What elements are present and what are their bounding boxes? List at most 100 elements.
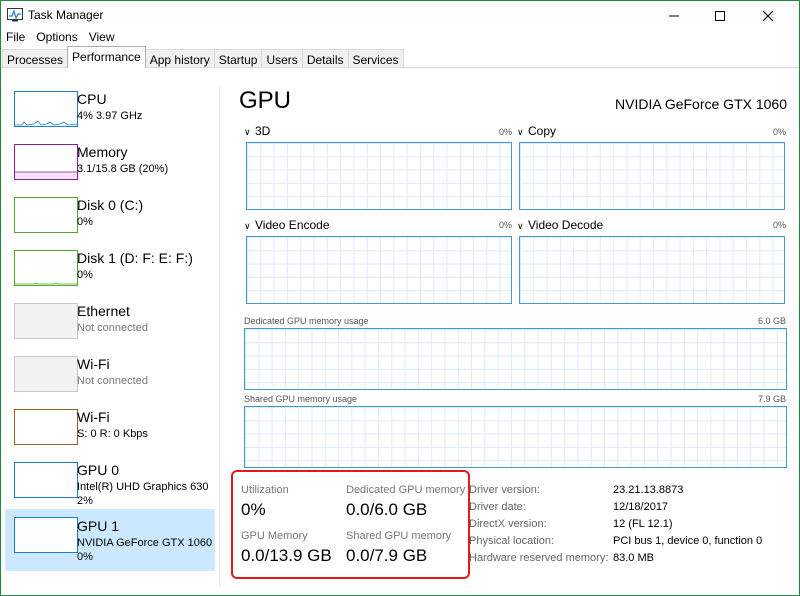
driver-version-value: 23.21.13.8873: [613, 484, 684, 496]
gpu0-thumbnail-graph: [14, 462, 78, 498]
tab-details[interactable]: Details: [301, 49, 349, 68]
dedicated-memory-max: 6.0 GB: [757, 316, 786, 326]
sidebar-item-value: Intel(R) UHD Graphics 630: [77, 481, 209, 493]
sidebar-item-label: Memory: [77, 144, 128, 160]
sidebar-item-label: GPU 1: [77, 518, 120, 534]
engine-percent: 0%: [772, 127, 786, 137]
engine-label: Video Encode: [255, 218, 330, 232]
sidebar-item-value: 0%: [77, 269, 93, 281]
sidebar-item-label: Disk 0 (C:): [77, 197, 144, 213]
sidebar-item-label: CPU: [77, 91, 107, 107]
sidebar-item-value: NVIDIA GeForce GTX 1060: [77, 537, 213, 549]
shared-memory-max: 7.9 GB: [757, 394, 786, 404]
engine-graph-video-decode: [519, 236, 785, 304]
engine-selector-video-encode[interactable]: ∨ Video Encode: [244, 218, 330, 232]
dedicated-memory-stat-value: 0.0/6.0 GB: [346, 500, 428, 519]
sidebar-item-usage: 2%: [77, 495, 93, 507]
sidebar-item-label: Ethernet: [77, 303, 130, 319]
ethernet-thumbnail-graph: [14, 303, 78, 339]
engine-graph-3d: [246, 142, 512, 210]
menu-bar: File Options View: [1, 28, 121, 46]
minimize-button[interactable]: [651, 1, 697, 31]
window-title: Task Manager: [28, 8, 104, 22]
resource-sidebar: CPU 4% 3.97 GHz Memory 3.1/15.8 GB (20%)…: [1, 79, 219, 595]
sidebar-item-wifi-2[interactable]: Wi-Fi S: 0 R: 0 Kbps: [5, 403, 215, 457]
physical-location-label: Physical location:: [469, 535, 554, 547]
shared-memory-stat-value: 0.0/7.9 GB: [346, 546, 428, 565]
menu-view[interactable]: View: [84, 28, 121, 46]
engine-percent: 0%: [772, 220, 786, 230]
maximize-button[interactable]: [697, 1, 743, 31]
sidebar-item-cpu[interactable]: CPU 4% 3.97 GHz: [5, 85, 215, 139]
sidebar-item-label: Wi-Fi: [77, 409, 110, 425]
sidebar-item-value: 0%: [77, 216, 93, 228]
dedicated-memory-stat-label: Dedicated GPU memory: [346, 484, 466, 496]
disk0-thumbnail-graph: [14, 197, 78, 233]
sidebar-item-value: S: 0 R: 0 Kbps: [77, 428, 148, 440]
reserved-memory-value: 83.0 MB: [613, 552, 654, 564]
engine-selector-video-decode[interactable]: ∨ Video Decode: [517, 218, 603, 232]
tab-performance[interactable]: Performance: [67, 46, 146, 68]
gpu-model-name: NVIDIA GeForce GTX 1060: [615, 96, 787, 112]
gpu-memory-label: GPU Memory: [241, 530, 308, 542]
sidebar-item-gpu0[interactable]: GPU 0 Intel(R) UHD Graphics 630 2%: [5, 456, 215, 510]
engine-percent: 0%: [498, 220, 512, 230]
close-button[interactable]: [745, 1, 791, 31]
menu-file[interactable]: File: [1, 28, 31, 46]
sidebar-item-disk1[interactable]: Disk 1 (D: F: E: F:) 0%: [5, 244, 215, 298]
wifi1-thumbnail-graph: [14, 356, 78, 392]
disk1-thumbnail-graph: [14, 250, 78, 286]
directx-version-value: 12 (FL 12.1): [613, 518, 673, 530]
chevron-down-icon: ∨: [244, 221, 251, 231]
directx-version-label: DirectX version:: [469, 518, 547, 530]
gpu-memory-value: 0.0/13.9 GB: [241, 546, 332, 565]
utilization-label: Utilization: [241, 484, 289, 496]
shared-memory-stat-label: Shared GPU memory: [346, 530, 452, 542]
tab-services[interactable]: Services: [347, 49, 404, 68]
close-icon: [763, 11, 773, 21]
sidebar-item-value: 4% 3.97 GHz: [77, 110, 143, 122]
engine-selector-3d[interactable]: ∨ 3D: [244, 124, 270, 138]
sidebar-item-label: GPU 0: [77, 462, 120, 478]
menu-options[interactable]: Options: [31, 28, 83, 46]
sidebar-item-gpu1[interactable]: GPU 1 NVIDIA GeForce GTX 1060 0%: [5, 509, 215, 571]
sidebar-item-wifi-1[interactable]: Wi-Fi Not connected: [5, 350, 215, 404]
utilization-value: 0%: [241, 500, 266, 519]
sidebar-item-label: Wi-Fi: [77, 356, 110, 372]
sidebar-item-value: Not connected: [77, 322, 148, 334]
engine-selector-copy[interactable]: ∨ Copy: [517, 124, 556, 138]
engine-label: Copy: [528, 124, 557, 138]
engine-graph-copy: [519, 142, 785, 210]
chevron-down-icon: ∨: [244, 127, 251, 137]
maximize-icon: [715, 11, 725, 21]
physical-location-value: PCI bus 1, device 0, function 0: [613, 535, 763, 547]
dedicated-memory-label: Dedicated GPU memory usage: [244, 316, 369, 326]
engine-label: 3D: [255, 124, 271, 138]
sidebar-item-label: Disk 1 (D: F: E: F:): [77, 250, 193, 266]
memory-thumbnail-graph: [14, 144, 78, 180]
engine-graph-video-encode: [246, 236, 512, 304]
sidebar-item-usage: 0%: [77, 551, 93, 563]
task-manager-window: Task Manager File Options View Processes…: [0, 0, 800, 596]
title-bar: Task Manager: [1, 1, 799, 31]
engine-percent: 0%: [498, 127, 512, 137]
sidebar-item-ethernet[interactable]: Ethernet Not connected: [5, 297, 215, 351]
reserved-memory-label: Hardware reserved memory:: [469, 552, 609, 564]
page-title: GPU: [239, 87, 292, 114]
tab-startup[interactable]: Startup: [213, 49, 263, 68]
driver-version-label: Driver version:: [469, 484, 540, 496]
chevron-down-icon: ∨: [517, 127, 524, 137]
sidebar-item-value: Not connected: [77, 375, 148, 387]
sidebar-item-memory[interactable]: Memory 3.1/15.8 GB (20%): [5, 138, 215, 192]
driver-date-label: Driver date:: [469, 501, 526, 513]
engine-label: Video Decode: [528, 218, 604, 232]
dedicated-memory-graph: [244, 328, 787, 390]
tab-bar: Processes Performance App history Startu…: [2, 46, 404, 68]
shared-memory-label: Shared GPU memory usage: [244, 394, 358, 404]
driver-date-value: 12/18/2017: [613, 501, 669, 513]
tab-processes[interactable]: Processes: [2, 49, 69, 68]
tab-app-history[interactable]: App history: [144, 49, 215, 68]
tab-users[interactable]: Users: [261, 49, 303, 68]
task-manager-icon: [7, 8, 23, 22]
sidebar-item-disk0[interactable]: Disk 0 (C:) 0%: [5, 191, 215, 245]
